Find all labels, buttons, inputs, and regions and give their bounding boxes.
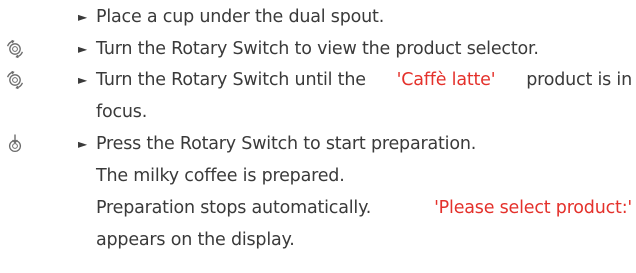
step-text: Turn the Rotary Switch to view the produ… <box>96 39 539 59</box>
result-line: appears on the display. <box>0 223 636 257</box>
step-bullet: ► <box>78 10 88 24</box>
step-turn-rotary-switch: ► Turn the Rotary Switch to view the pro… <box>0 32 636 66</box>
step-text-part: product is in <box>520 70 632 90</box>
rotary-switch-press-icon <box>4 133 26 155</box>
rotary-switch-turn-icon <box>4 69 26 91</box>
result-text: Preparation stops automatically. 'Please… <box>96 191 632 225</box>
step-text: Press the Rotary Switch to start prepara… <box>96 134 477 154</box>
result-text-part: Preparation stops automatically. <box>96 198 377 218</box>
step-select-caffe-latte: ► Turn the Rotary Switch until the 'Caff… <box>0 63 636 97</box>
result-text: appears on the display. <box>96 230 295 250</box>
step-continuation: focus. <box>0 95 636 129</box>
step-bullet: ► <box>78 137 88 151</box>
instruction-document: ► Place a cup under the dual spout. ► Tu… <box>0 0 636 273</box>
rotary-switch-turn-icon <box>4 38 26 60</box>
step-text: focus. <box>96 102 148 122</box>
step-text: Turn the Rotary Switch until the 'Caffè … <box>96 63 632 97</box>
result-line: The milky coffee is prepared. <box>0 159 636 193</box>
step-text: Place a cup under the dual spout. <box>96 7 385 27</box>
result-line: Preparation stops automatically. 'Please… <box>0 191 636 225</box>
display-message-highlight: 'Please select product:' <box>434 198 632 218</box>
step-bullet: ► <box>78 42 88 56</box>
product-name-highlight: 'Caffè latte' <box>396 70 496 90</box>
step-text-part: Turn the Rotary Switch until the <box>96 70 372 90</box>
step-bullet: ► <box>78 73 88 87</box>
step-press-rotary-switch: ► Press the Rotary Switch to start prepa… <box>0 127 636 161</box>
step-place-cup: ► Place a cup under the dual spout. <box>0 0 636 34</box>
result-text: The milky coffee is prepared. <box>96 166 345 186</box>
